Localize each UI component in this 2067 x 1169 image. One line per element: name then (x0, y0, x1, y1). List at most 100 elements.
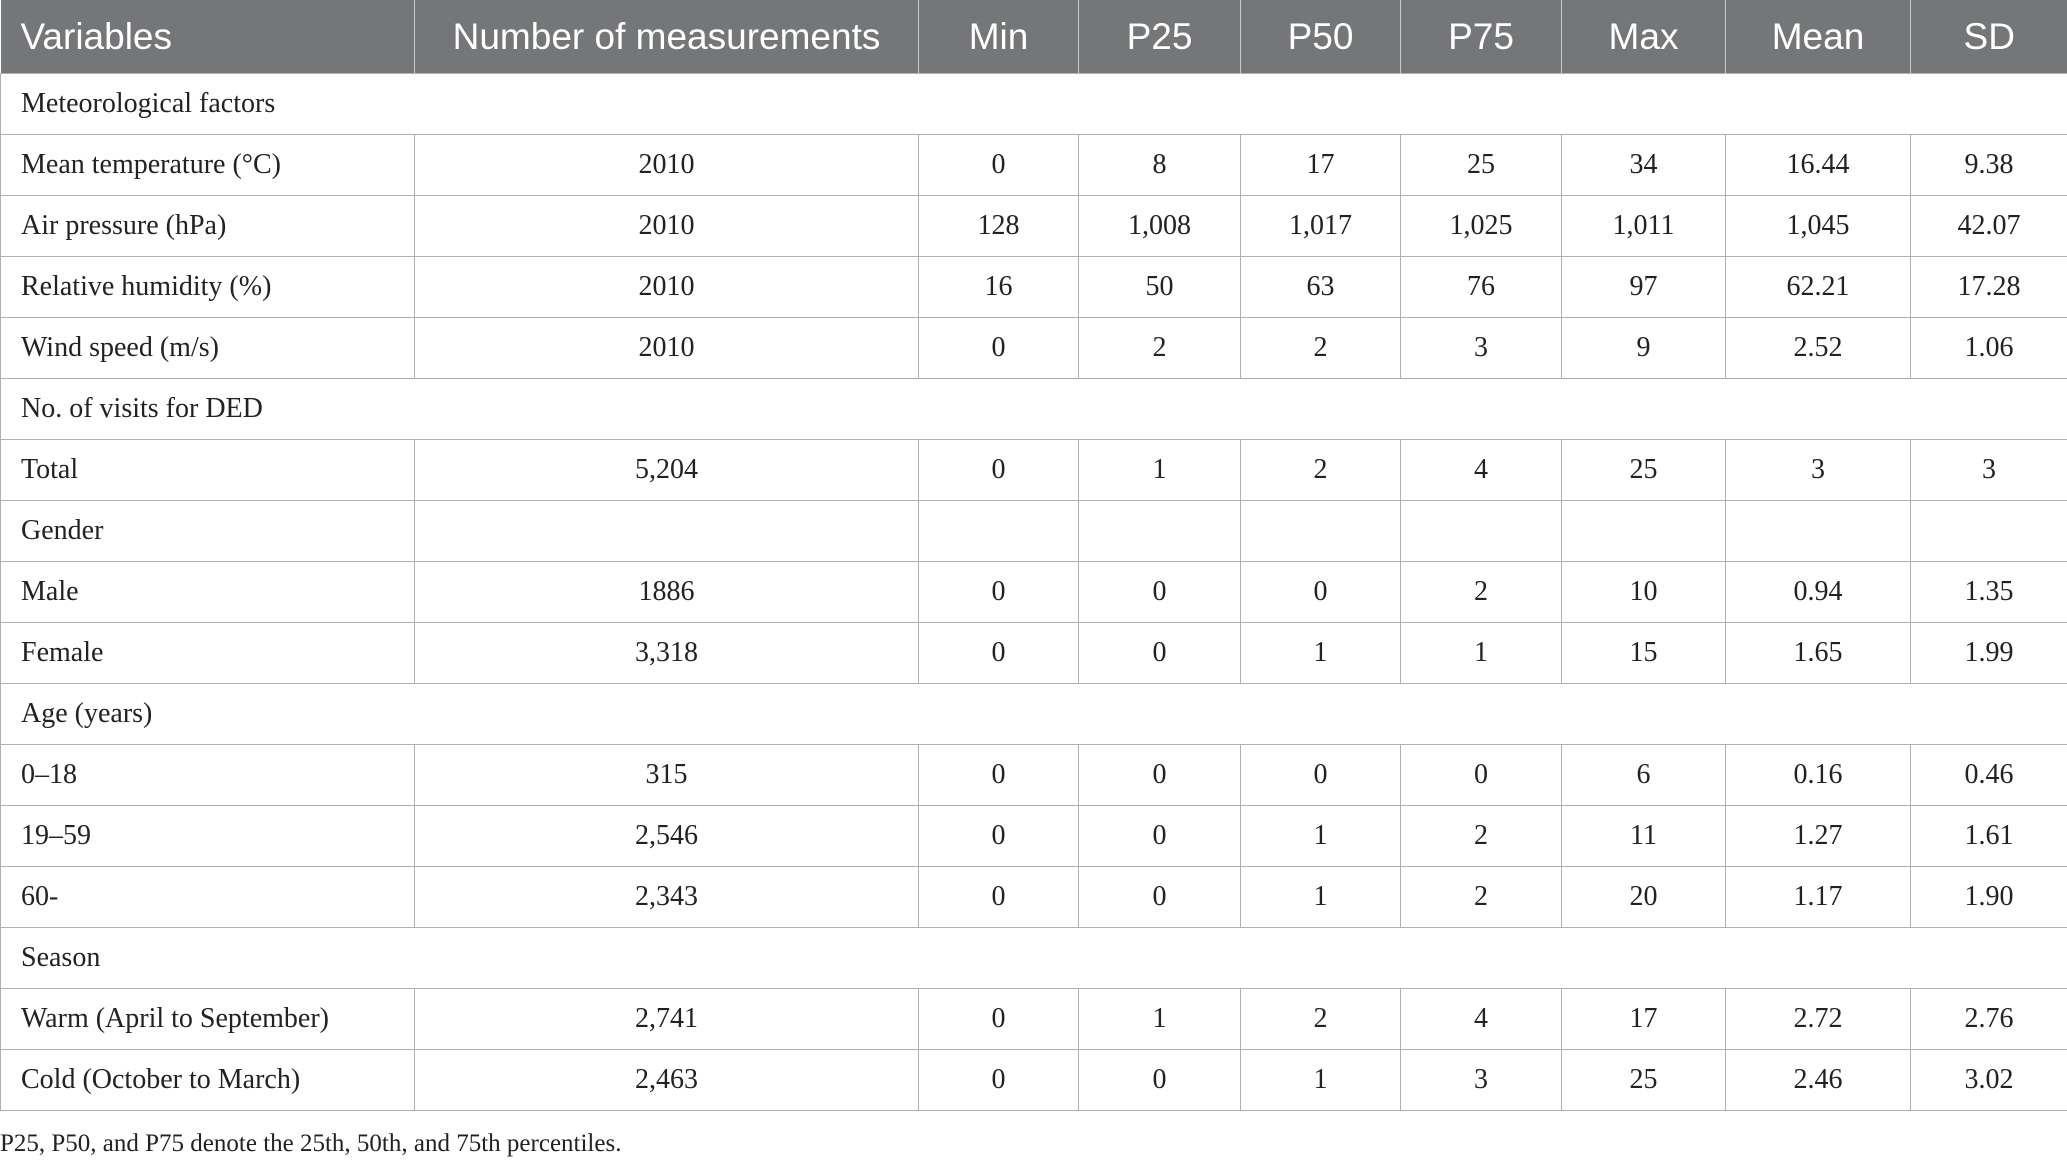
table-cell: 25 (1561, 439, 1726, 501)
table-cell: 0 (918, 134, 1079, 196)
section-row: Season (0, 927, 2067, 989)
table-cell (1078, 500, 1241, 562)
table-cell: 3 (1725, 439, 1911, 501)
table-cell: 2 (1400, 561, 1562, 623)
table-cell: 2010 (414, 256, 919, 318)
table-cell: 1,017 (1240, 195, 1401, 257)
row-label: Warm (April to September) (0, 988, 415, 1050)
table-cell: 0 (1078, 866, 1241, 928)
section-label: Age (years) (0, 683, 2067, 745)
table-cell: 76 (1400, 256, 1562, 318)
table-cell: 1 (1240, 622, 1401, 684)
table-cell: 0 (1240, 744, 1401, 806)
table-cell: 34 (1561, 134, 1726, 196)
table-cell: 2010 (414, 134, 919, 196)
table-cell: 42.07 (1910, 195, 2067, 257)
table-cell: 1.65 (1725, 622, 1911, 684)
table-cell: 128 (918, 195, 1079, 257)
row-label: 19–59 (0, 805, 415, 867)
table-cell: 6 (1561, 744, 1726, 806)
table-cell: 0 (1078, 744, 1241, 806)
table-cell: 17.28 (1910, 256, 2067, 318)
section-row: No. of visits for DED (0, 378, 2067, 440)
column-header: Mean (1725, 0, 1911, 74)
table-cell: 2.76 (1910, 988, 2067, 1050)
section-label: Meteorological factors (0, 73, 2067, 135)
table-cell: 0 (918, 622, 1079, 684)
table-cell: 16 (918, 256, 1079, 318)
table-cell (918, 500, 1079, 562)
table-cell: 4 (1400, 439, 1562, 501)
table-cell: 2 (1078, 317, 1241, 379)
table-cell (1240, 500, 1401, 562)
row-label: Male (0, 561, 415, 623)
table-cell: 1,045 (1725, 195, 1911, 257)
section-label: Season (0, 927, 2067, 989)
table-cell (1910, 500, 2067, 562)
table-cell: 20 (1561, 866, 1726, 928)
table-row: 0–18 315 0 0 0 0 6 0.16 0.46 (0, 744, 2067, 806)
table-cell: 1886 (414, 561, 919, 623)
table-row: Relative humidity (%) 2010 16 50 63 76 97 62.21… (0, 256, 2067, 318)
table-cell: 0 (918, 988, 1079, 1050)
table-cell: 25 (1400, 134, 1562, 196)
row-label: Mean temperature (°C) (0, 134, 415, 196)
table-row: Air pressure (hPa) 2010 128 1,008 1,017 1,025… (0, 195, 2067, 257)
table-row: Female 3,318 0 0 1 1 15 1.65 1.99 (0, 622, 2067, 684)
table-row: Wind speed (m/s) 2010 0 2 2 3 9 2.52 1.06 (0, 317, 2067, 379)
table-row: Warm (April to September) 2,741 0 1 2 4 17 2.72… (0, 988, 2067, 1050)
column-header: Variables (0, 0, 415, 74)
row-label: Air pressure (hPa) (0, 195, 415, 257)
table-cell: 0 (1078, 805, 1241, 867)
table-cell: 3 (1400, 317, 1562, 379)
table-cell: 9 (1561, 317, 1726, 379)
table-cell: 5,204 (414, 439, 919, 501)
table-cell: 1 (1078, 988, 1241, 1050)
table-cell: 63 (1240, 256, 1401, 318)
table-cell: 2.52 (1725, 317, 1911, 379)
row-label: Gender (0, 500, 415, 562)
table-cell: 1.61 (1910, 805, 2067, 867)
table-cell: 1.27 (1725, 805, 1911, 867)
table-cell: 3 (1910, 439, 2067, 501)
column-header: SD (1910, 0, 2067, 74)
table-cell: 2,741 (414, 988, 919, 1050)
table-cell: 0 (918, 866, 1079, 928)
table-cell: 11 (1561, 805, 1726, 867)
column-header: P75 (1400, 0, 1562, 74)
section-row: Meteorological factors (0, 73, 2067, 135)
table-row: 60- 2,343 0 0 1 2 20 1.17 1.90 (0, 866, 2067, 928)
table-row: 19–59 2,546 0 0 1 2 11 1.27 1.61 (0, 805, 2067, 867)
table-cell: 1 (1240, 866, 1401, 928)
table-cell: 4 (1400, 988, 1562, 1050)
table-cell: 0 (918, 805, 1079, 867)
section-label: No. of visits for DED (0, 378, 2067, 440)
table-cell: 1.99 (1910, 622, 2067, 684)
table-cell: 0 (918, 1049, 1079, 1111)
table-cell: 1,011 (1561, 195, 1726, 257)
table-cell: 16.44 (1725, 134, 1911, 196)
table-cell: 0.46 (1910, 744, 2067, 806)
table-cell: 2,546 (414, 805, 919, 867)
table-body: Meteorological factors Mean temperature (… (0, 73, 2067, 1111)
table-cell: 1,008 (1078, 195, 1241, 257)
table-cell: 2010 (414, 317, 919, 379)
table-cell: 0 (918, 317, 1079, 379)
table-cell (1561, 500, 1726, 562)
table-cell (1725, 500, 1911, 562)
table-cell: 0 (918, 561, 1079, 623)
table-row: Male 1886 0 0 0 2 10 0.94 1.35 (0, 561, 2067, 623)
table-cell: 1 (1078, 439, 1241, 501)
table-cell: 3 (1400, 1049, 1562, 1111)
table-cell: 1.06 (1910, 317, 2067, 379)
table-cell: 0 (1078, 561, 1241, 623)
table-cell: 2010 (414, 195, 919, 257)
table-cell: 0.94 (1725, 561, 1911, 623)
table-cell: 2,463 (414, 1049, 919, 1111)
table-cell: 1 (1240, 805, 1401, 867)
table-cell: 2,343 (414, 866, 919, 928)
table-cell (1400, 500, 1562, 562)
table-cell: 3.02 (1910, 1049, 2067, 1111)
column-header: Min (918, 0, 1079, 74)
table-cell: 0 (1400, 744, 1562, 806)
